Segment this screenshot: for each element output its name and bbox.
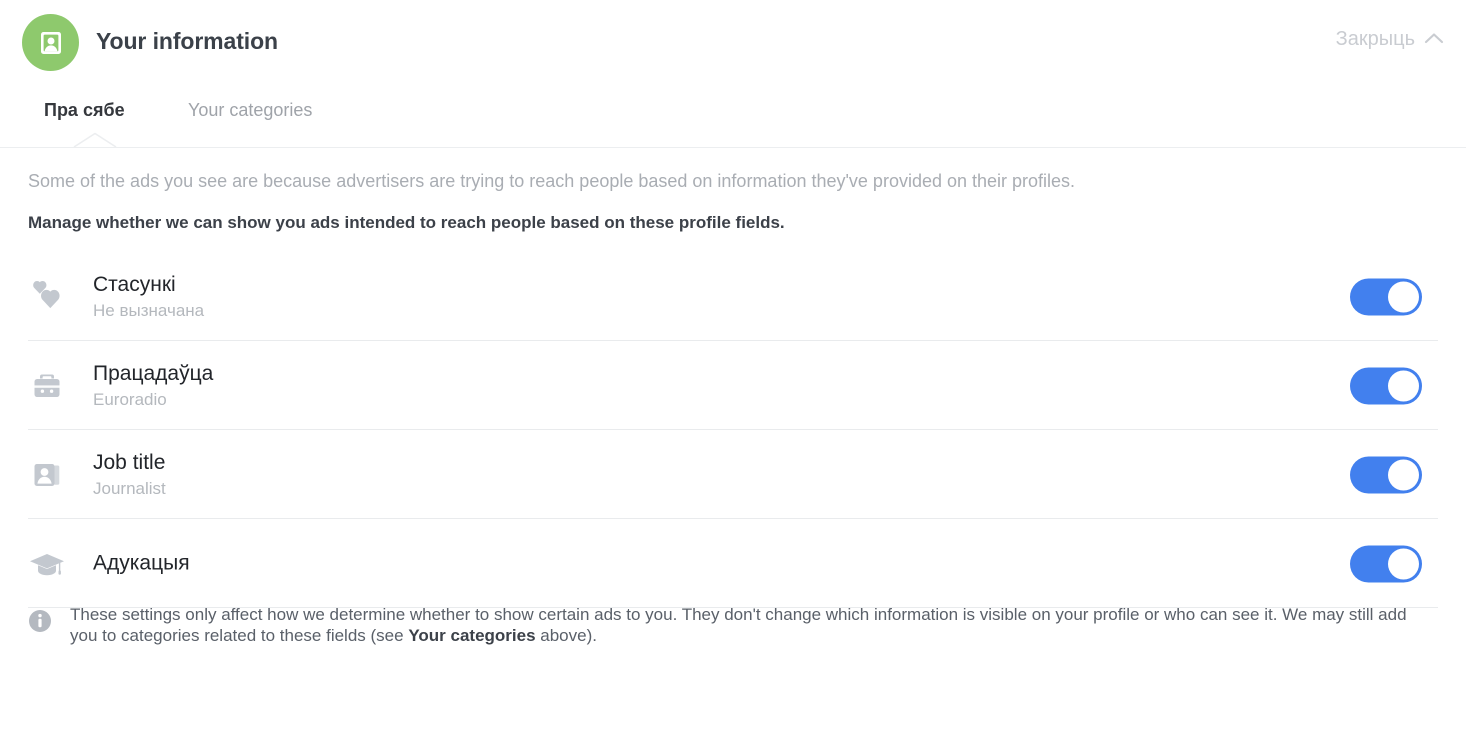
intro-subheading: Manage whether we can show you ads inten… (28, 213, 785, 232)
toggle-relationship[interactable] (1350, 278, 1422, 315)
profile-fields-list: Стасункі Не вызначана Працадаўца Eurorad… (0, 252, 1466, 608)
table-row[interactable]: Стасункі Не вызначана (0, 252, 1466, 341)
tab-divider (0, 147, 1466, 148)
row-text-block: Job title Journalist (93, 450, 166, 500)
chevron-up-icon (1424, 31, 1444, 45)
page-title: Your information (96, 28, 278, 54)
your-information-panel: Your information Закрыць Пра сябе Your c… (0, 0, 1466, 734)
close-button[interactable]: Закрыць (1336, 28, 1444, 51)
info-note-link-your-categories: Your categories (408, 626, 536, 645)
info-note-text-part2: above). (535, 626, 597, 645)
row-subtitle: Euroradio (93, 389, 167, 409)
tab-about-you[interactable]: Пра сябе (44, 92, 125, 129)
toggle-education[interactable] (1350, 545, 1422, 582)
toggle-knob (1388, 281, 1419, 312)
table-row[interactable]: Працадаўца Euroradio (0, 341, 1466, 430)
row-text-block: Стасункі Не вызначана (93, 272, 204, 322)
toggle-employer[interactable] (1350, 367, 1422, 404)
close-button-label: Закрыць (1335, 28, 1415, 50)
intro-description: Some of the ads you see are because adve… (28, 171, 1076, 191)
toggle-job-title[interactable] (1350, 456, 1422, 493)
row-text-block: Адукацыя (93, 550, 190, 577)
info-note: These settings only affect how we determ… (28, 604, 1440, 646)
info-note-text-part1: These settings only affect how we determ… (70, 605, 1407, 645)
tab-your-categories[interactable]: Your categories (188, 92, 312, 129)
row-subtitle: Не вызначана (93, 300, 205, 320)
row-text-block: Працадаўца Euroradio (93, 361, 213, 411)
panel-header: Your information Закрыць (0, 0, 1466, 84)
row-title: Стасункі (93, 272, 176, 296)
tab-bar: Пра сябе Your categories (0, 92, 1466, 148)
row-title: Job title (93, 450, 166, 474)
briefcase-icon (26, 365, 68, 407)
info-note-text: These settings only affect how we determ… (70, 604, 1430, 646)
graduation-cap-icon (26, 543, 68, 585)
toggle-knob (1388, 370, 1419, 401)
active-tab-caret-icon (62, 131, 128, 149)
row-subtitle: Journalist (93, 478, 166, 498)
info-icon (28, 609, 52, 633)
table-row[interactable]: Job title Journalist (0, 430, 1466, 519)
row-title: Адукацыя (93, 551, 190, 574)
row-title: Працадаўца (93, 361, 214, 385)
toggle-knob (1388, 548, 1419, 579)
id-badge-icon (26, 454, 68, 496)
hearts-icon (26, 276, 68, 318)
table-row[interactable]: Адукацыя (0, 519, 1466, 608)
toggle-knob (1388, 459, 1419, 490)
profile-card-icon (22, 14, 79, 71)
